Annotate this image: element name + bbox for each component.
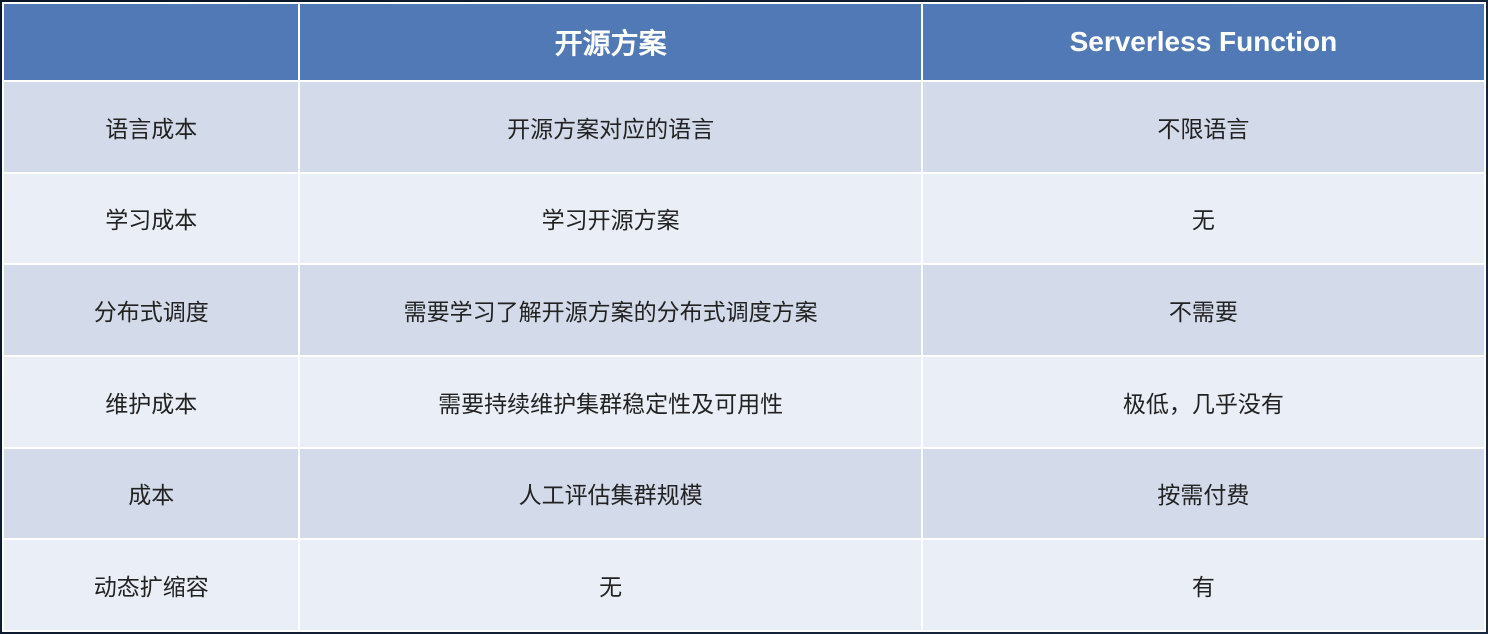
table-header-row: 开源方案 Serverless Function xyxy=(3,3,1485,81)
cell-serverless: 极低，几乎没有 xyxy=(922,356,1485,448)
header-open-source: 开源方案 xyxy=(299,3,921,81)
table-row: 语言成本 开源方案对应的语言 不限语言 xyxy=(3,81,1485,173)
cell-open-source: 需要持续维护集群稳定性及可用性 xyxy=(299,356,921,448)
cell-serverless: 有 xyxy=(922,539,1485,631)
row-label: 分布式调度 xyxy=(3,264,299,356)
row-label: 学习成本 xyxy=(3,173,299,265)
cell-serverless: 无 xyxy=(922,173,1485,265)
cell-open-source: 学习开源方案 xyxy=(299,173,921,265)
cell-serverless: 不需要 xyxy=(922,264,1485,356)
comparison-table: 开源方案 Serverless Function 语言成本 开源方案对应的语言 … xyxy=(2,2,1486,632)
cell-serverless: 不限语言 xyxy=(922,81,1485,173)
row-label: 动态扩缩容 xyxy=(3,539,299,631)
cell-open-source: 无 xyxy=(299,539,921,631)
header-serverless: Serverless Function xyxy=(922,3,1485,81)
cell-open-source: 需要学习了解开源方案的分布式调度方案 xyxy=(299,264,921,356)
row-label: 语言成本 xyxy=(3,81,299,173)
table-row: 成本 人工评估集群规模 按需付费 xyxy=(3,448,1485,540)
row-label: 成本 xyxy=(3,448,299,540)
header-empty xyxy=(3,3,299,81)
row-label: 维护成本 xyxy=(3,356,299,448)
cell-open-source: 开源方案对应的语言 xyxy=(299,81,921,173)
table-row: 维护成本 需要持续维护集群稳定性及可用性 极低，几乎没有 xyxy=(3,356,1485,448)
cell-serverless: 按需付费 xyxy=(922,448,1485,540)
table-row: 学习成本 学习开源方案 无 xyxy=(3,173,1485,265)
table-row: 分布式调度 需要学习了解开源方案的分布式调度方案 不需要 xyxy=(3,264,1485,356)
table-row: 动态扩缩容 无 有 xyxy=(3,539,1485,631)
cell-open-source: 人工评估集群规模 xyxy=(299,448,921,540)
comparison-table-container: 开源方案 Serverless Function 语言成本 开源方案对应的语言 … xyxy=(2,2,1486,632)
